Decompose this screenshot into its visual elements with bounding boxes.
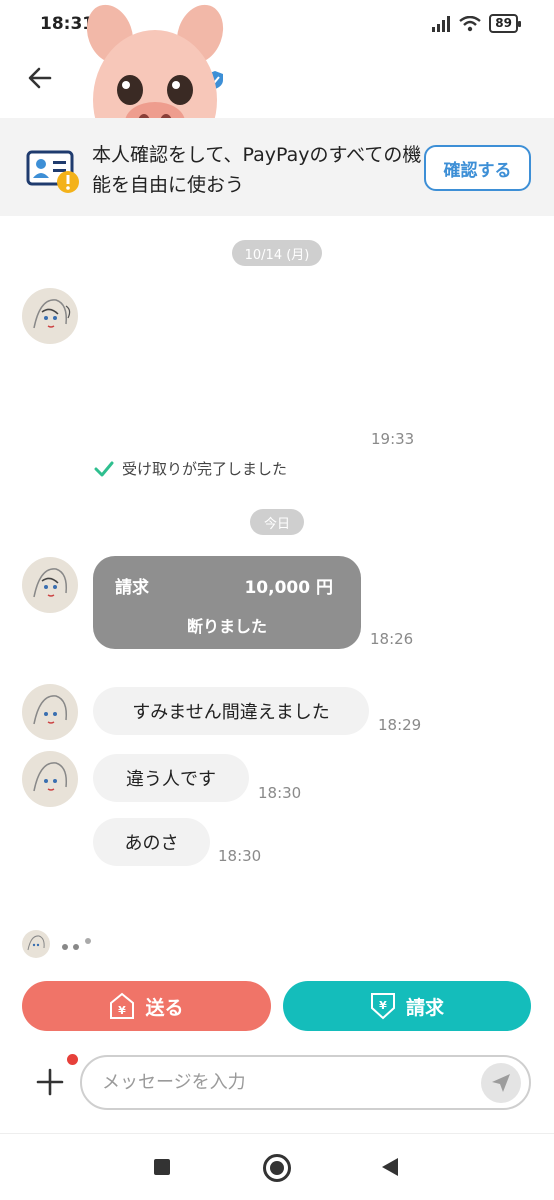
chat-header (0, 4, 554, 170)
typing-dots-icon (62, 938, 91, 950)
request-amount: 10,000 円 (244, 578, 333, 598)
signal-icon (432, 15, 451, 32)
identity-verification-banner: 本人確認をして、PayPayのすべての機能を自由に使おう 確認する (0, 118, 554, 216)
request-label: 請求 (115, 578, 149, 598)
id-card-warning-icon (26, 150, 79, 193)
message-time: 19:33 (371, 430, 415, 448)
sketch-avatar-icon (33, 299, 71, 329)
banner-text: 本人確認をして、PayPayのすべての機能を自由に使おう (92, 144, 422, 196)
avatar[interactable] (22, 557, 78, 613)
message-bubble[interactable]: あのさ (93, 818, 210, 866)
send-button[interactable] (481, 1063, 521, 1103)
message-time: 18:29 (378, 716, 422, 734)
avatar[interactable] (22, 684, 78, 740)
nav-back-icon[interactable] (382, 1158, 398, 1176)
plus-icon[interactable] (34, 1066, 66, 1098)
send-plane-icon (492, 1074, 510, 1092)
avatar[interactable] (22, 751, 78, 807)
battery-indicator: 89 (489, 14, 521, 33)
back-arrow-icon[interactable] (24, 62, 56, 94)
avatar[interactable] (22, 288, 78, 344)
request-card[interactable]: 請求 10,000 円 断りました (93, 556, 361, 649)
request-status: 断りました (186, 617, 267, 636)
recent-apps-icon[interactable] (154, 1159, 170, 1175)
message-time: 18:26 (370, 630, 414, 648)
wifi-icon (459, 15, 482, 31)
notification-dot (67, 1054, 78, 1065)
sketch-avatar-icon (33, 695, 68, 725)
send-money-button[interactable]: ¥ 送る (22, 981, 271, 1031)
svg-text:¥: ¥ (119, 1004, 127, 1017)
system-nav-bar (0, 1133, 554, 1200)
check-icon (94, 461, 114, 476)
received-status: 受け取りが完了しました (94, 458, 287, 479)
typing-avatar (22, 930, 50, 958)
home-icon[interactable] (263, 1154, 291, 1182)
yen-shield-icon: ¥ (370, 993, 395, 1020)
sketch-avatar-icon (33, 568, 68, 598)
status-icons: 89 (431, 14, 521, 33)
verify-button[interactable]: 確認する (424, 145, 531, 191)
sketch-avatar-icon (27, 935, 45, 951)
yen-house-icon: ¥ (110, 992, 135, 1019)
message-bubble[interactable]: 違う人です (93, 754, 249, 802)
received-text: 受け取りが完了しました (122, 460, 288, 478)
send-money-label: 送る (145, 996, 184, 1019)
message-time: 18:30 (258, 784, 302, 802)
message-input[interactable] (102, 1057, 472, 1108)
sketch-avatar-icon (33, 762, 68, 792)
date-separator: 今日 (250, 509, 304, 535)
svg-text:¥: ¥ (379, 999, 387, 1012)
message-input-container (80, 1055, 531, 1110)
message-bubble[interactable]: すみません間違えました (93, 687, 369, 735)
message-time: 18:30 (218, 847, 262, 865)
date-separator: 10/14 (月) (232, 240, 322, 266)
request-money-button[interactable]: ¥ 請求 (283, 981, 531, 1031)
request-money-label: 請求 (405, 996, 444, 1019)
